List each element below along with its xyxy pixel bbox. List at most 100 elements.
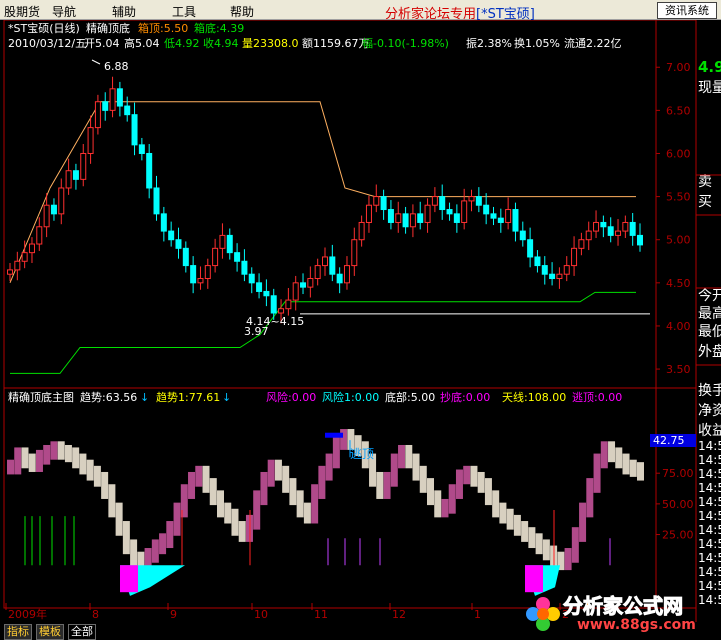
chart-area[interactable]: *ST宝硕(日线) 精确顶底 箱顶:5.50 箱底:4.39 2010/03/1… <box>0 20 721 622</box>
candle-body <box>395 213 402 223</box>
candle-body <box>475 196 482 206</box>
x-tick-label: 9 <box>170 608 177 621</box>
quote-label: 净资 <box>698 403 721 419</box>
menu-item-navigate[interactable]: 导航 <box>52 3 76 20</box>
candle-body <box>431 196 438 206</box>
tab-all[interactable]: 全部 <box>68 624 96 640</box>
candle-body <box>94 101 101 129</box>
trend-bar <box>513 514 521 536</box>
system-button[interactable]: 资讯系统 <box>657 2 717 19</box>
trend-bar <box>35 449 43 472</box>
menu-item-futures[interactable]: 股期货 <box>4 3 40 20</box>
trend1-arrow-icon: ↓ <box>222 391 231 404</box>
candle-body <box>387 209 394 223</box>
trend-bar <box>427 478 434 506</box>
box-bottom: 箱底:4.39 <box>194 21 244 35</box>
watermark-name: 分析家公式网 <box>563 594 684 619</box>
trend-bar <box>332 435 340 469</box>
trend-bar <box>195 465 203 487</box>
trend-bar <box>600 441 608 469</box>
candle-body <box>409 213 416 228</box>
turnover-value: 换1.05% <box>514 36 560 50</box>
candle-body <box>322 256 328 267</box>
trend-bar <box>564 548 572 571</box>
candle-body <box>300 282 307 288</box>
quote-label: 买 <box>698 194 712 210</box>
candle-body <box>490 213 497 219</box>
candle-body <box>43 204 50 228</box>
candle-body <box>497 217 504 223</box>
bottom-value: 底部:5.00 <box>385 390 435 404</box>
trend-bar <box>43 444 51 465</box>
candle-body <box>175 239 182 249</box>
bottom-zone-magenta <box>120 565 138 593</box>
candle-body <box>87 127 94 154</box>
amplitude-value: 振2.38% <box>466 36 512 50</box>
candle-body <box>439 196 446 211</box>
trend-bar <box>593 453 601 493</box>
candle-body <box>417 213 424 223</box>
price-tick-label: 7.00 <box>666 61 691 74</box>
trend-bar <box>463 465 471 485</box>
price-tick-label: 6.00 <box>666 147 691 160</box>
quote-label: 最低 <box>698 324 721 340</box>
quote-label: 今开 <box>698 288 721 304</box>
candle-body <box>263 290 270 297</box>
candle-body <box>585 230 592 241</box>
bar-date: 2010/03/12/五 <box>8 37 86 50</box>
candle-body <box>14 260 21 271</box>
candle-body <box>153 187 160 215</box>
candle-body <box>527 239 534 258</box>
quote-label: 外盘 <box>698 343 721 360</box>
candle-body <box>248 273 255 284</box>
trend-bar <box>398 444 406 469</box>
high-value: 高5.04 <box>124 36 160 50</box>
trend-bar <box>260 471 268 506</box>
open-value: 开5.04 <box>84 37 120 50</box>
trend-bar <box>622 453 630 475</box>
box-top: 箱顶:5.50 <box>138 21 188 35</box>
trend-bar <box>419 465 427 493</box>
trend-bar <box>325 453 333 481</box>
trend-bar <box>173 502 181 536</box>
menu-item-assist[interactable]: 辅助 <box>112 3 136 20</box>
candle-body <box>50 204 57 215</box>
candle-body <box>578 239 585 249</box>
candle-body <box>446 209 453 215</box>
candle-body <box>256 282 263 292</box>
trend-bar <box>390 453 398 487</box>
quote-label: 收益 <box>698 423 721 439</box>
trend-bar <box>14 447 22 475</box>
candle-body <box>615 230 622 236</box>
trend-bar <box>296 490 304 518</box>
trend-bar <box>521 521 529 542</box>
candle-body <box>351 239 358 267</box>
menu-item-help[interactable]: 帮助 <box>230 3 254 20</box>
trend-bar <box>209 478 217 506</box>
volume-value: 量23308.0 <box>242 37 299 50</box>
trend-bar <box>579 502 587 542</box>
candle-body <box>600 221 607 228</box>
float-value: 流通2.22亿 <box>564 36 622 50</box>
quote-label: 卖 <box>698 174 712 190</box>
trend-bar <box>340 429 348 450</box>
candle-body <box>270 295 277 314</box>
trend-bar <box>535 533 543 555</box>
indicator-tick-label: 50.00 <box>662 498 694 511</box>
trend-bar <box>231 508 239 536</box>
candle-body <box>65 170 72 189</box>
candle-body <box>402 213 409 228</box>
menu-item-tools[interactable]: 工具 <box>172 3 196 20</box>
trend-bar <box>506 508 514 530</box>
candle-body <box>519 230 526 241</box>
tab-template[interactable]: 模板 <box>36 624 64 640</box>
candle-body <box>571 247 578 267</box>
time-label: 14:5 <box>698 439 721 453</box>
candle-body <box>36 226 43 245</box>
indicator-title: 精确顶底主图 <box>8 390 74 404</box>
tab-indicator[interactable]: 指标 <box>4 624 32 640</box>
time-label: 14:5 <box>698 565 721 579</box>
trend-bar <box>629 459 637 477</box>
trend-bar <box>108 484 116 518</box>
amount-value: 额1159.67万 <box>302 37 370 50</box>
